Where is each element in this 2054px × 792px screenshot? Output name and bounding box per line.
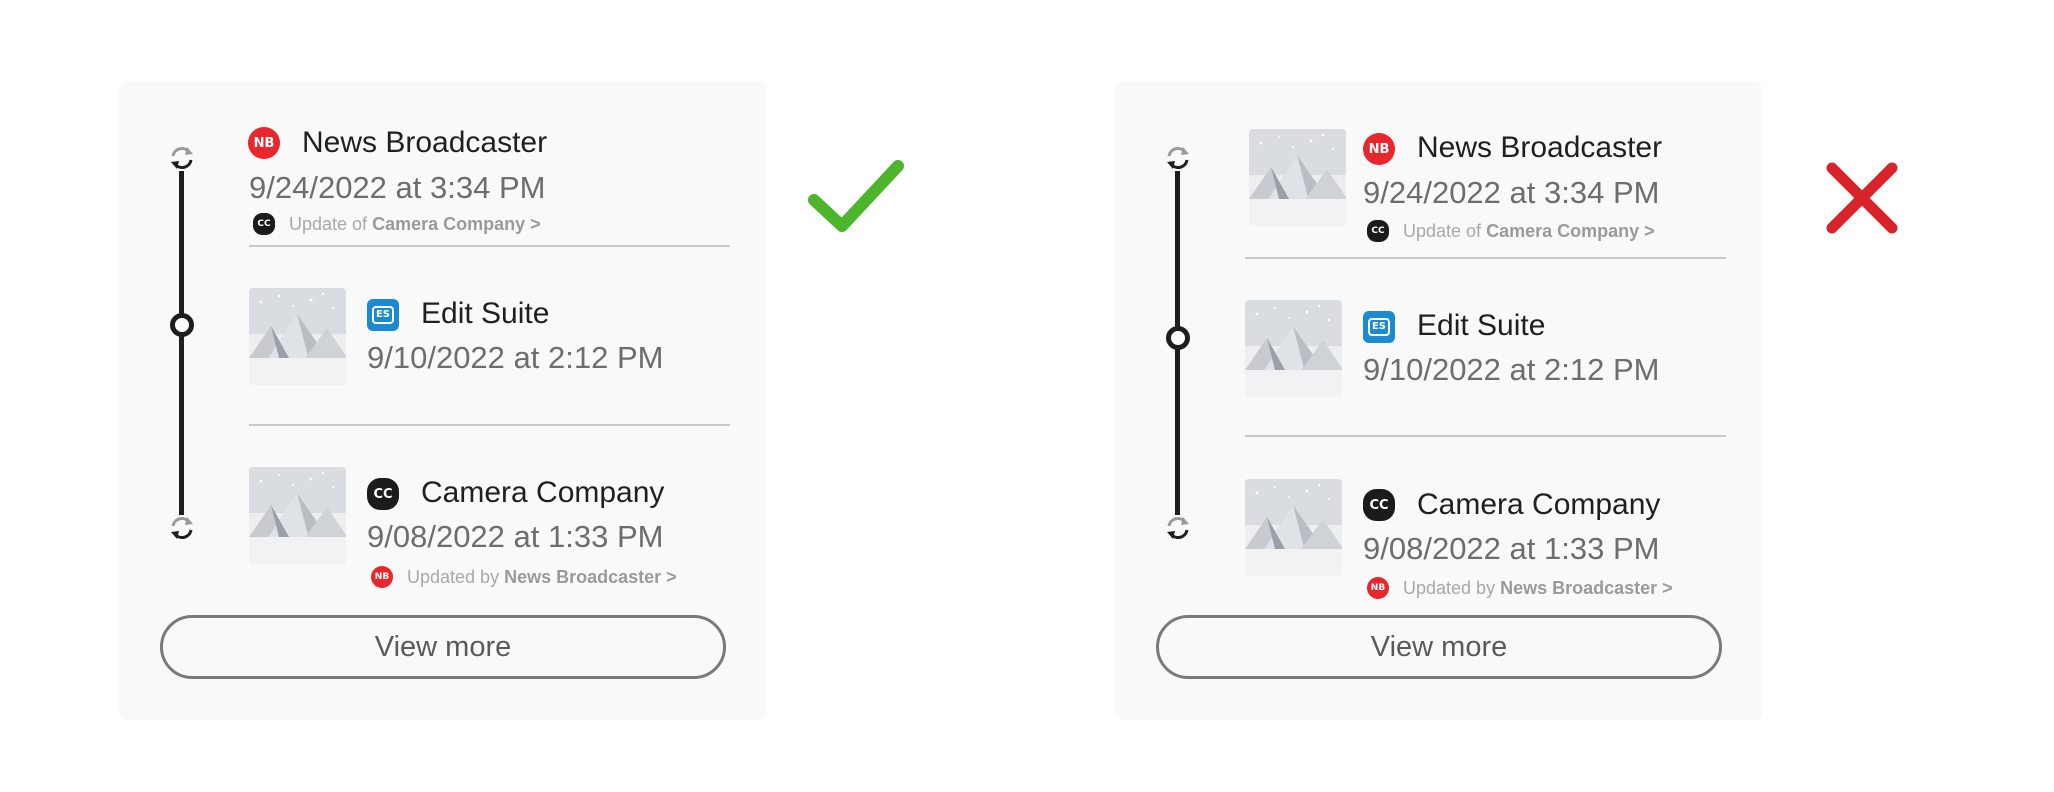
- timeline-card-good: NB News Broadcaster 9/24/2022 at 3:34 PM…: [119, 81, 766, 720]
- item-source-name: Camera Company: [1417, 488, 1661, 521]
- divider: [1245, 257, 1726, 259]
- thumbnail-image: [1245, 300, 1342, 397]
- update-of-link[interactable]: Update of Camera Company >: [1403, 220, 1655, 242]
- edit-suite-badge-icon: ES: [367, 299, 399, 331]
- sync-icon: [169, 145, 195, 171]
- item-source-name: Camera Company: [421, 476, 665, 509]
- item-date: 9/10/2022 at 2:12 PM: [367, 340, 664, 375]
- timeline-card-bad: NB News Broadcaster 9/24/2022 at 3:34 PM…: [1115, 81, 1762, 720]
- divider: [249, 245, 730, 247]
- divider: [249, 424, 730, 426]
- item-source-name: Edit Suite: [421, 297, 550, 330]
- item-source-name: News Broadcaster: [302, 126, 548, 159]
- timeline-line: [1175, 163, 1180, 537]
- item-date: 9/08/2022 at 1:33 PM: [367, 519, 664, 554]
- view-more-button[interactable]: View more: [1156, 615, 1722, 679]
- timeline-node: [1166, 326, 1190, 350]
- view-more-button[interactable]: View more: [160, 615, 726, 679]
- cross-icon: [1826, 162, 1898, 234]
- divider: [1245, 435, 1726, 437]
- news-broadcaster-badge-icon: NB: [371, 566, 393, 588]
- item-date: 9/24/2022 at 3:34 PM: [1363, 175, 1660, 210]
- sync-icon: [1165, 515, 1191, 541]
- thumbnail-image: [1249, 129, 1346, 226]
- timeline: [169, 145, 195, 565]
- item-date: 9/24/2022 at 3:34 PM: [249, 170, 546, 205]
- news-broadcaster-badge-icon: NB: [1363, 133, 1395, 165]
- sync-icon: [1165, 145, 1191, 171]
- sync-icon: [169, 515, 195, 541]
- timeline: [1165, 145, 1191, 565]
- thumbnail-image: [249, 467, 346, 564]
- camera-company-badge-icon: CC: [367, 478, 399, 510]
- thumbnail-image: [249, 288, 346, 385]
- updated-by-link[interactable]: Updated by News Broadcaster >: [1403, 577, 1673, 599]
- timeline-line: [179, 163, 184, 537]
- news-broadcaster-badge-icon: NB: [1367, 577, 1389, 599]
- camera-company-badge-icon: CC: [1367, 220, 1389, 242]
- item-date: 9/08/2022 at 1:33 PM: [1363, 531, 1660, 566]
- timeline-node: [170, 313, 194, 337]
- camera-company-badge-icon: CC: [1363, 489, 1395, 521]
- item-date: 9/10/2022 at 2:12 PM: [1363, 352, 1660, 387]
- check-icon: [808, 160, 904, 232]
- update-of-link[interactable]: Update of Camera Company >: [289, 213, 541, 235]
- news-broadcaster-badge-icon: NB: [248, 127, 280, 159]
- edit-suite-badge-icon: ES: [1363, 311, 1395, 343]
- item-source-name: Edit Suite: [1417, 309, 1546, 342]
- item-source-name: News Broadcaster: [1417, 131, 1663, 164]
- camera-company-badge-icon: CC: [253, 213, 275, 235]
- updated-by-link[interactable]: Updated by News Broadcaster >: [407, 566, 677, 588]
- thumbnail-image: [1245, 479, 1342, 576]
